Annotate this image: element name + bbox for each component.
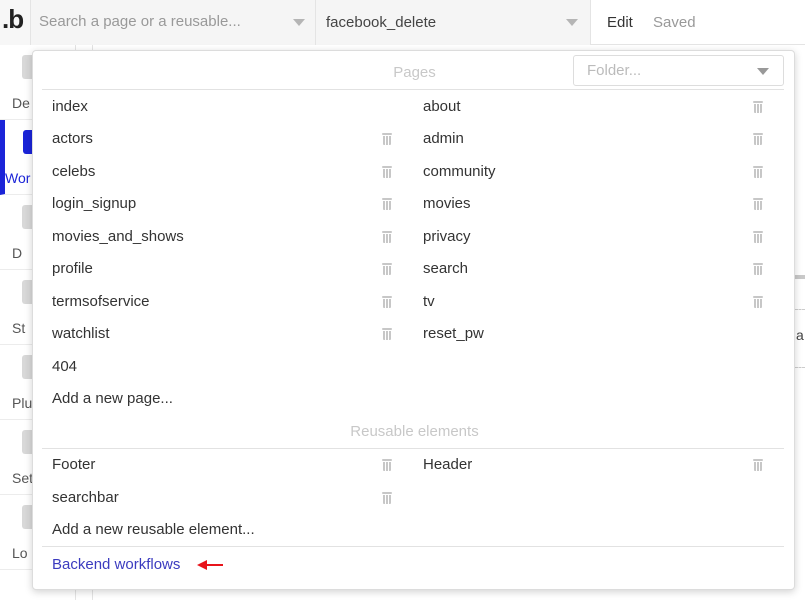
trash-icon[interactable] bbox=[382, 458, 392, 471]
canvas-element-peek[interactable]: a bbox=[795, 275, 805, 395]
add-new-page-link[interactable]: Add a new page... bbox=[52, 390, 173, 407]
divider bbox=[42, 448, 784, 449]
page-link-reset-pw[interactable]: reset_pw bbox=[423, 325, 484, 342]
trash-icon[interactable] bbox=[382, 132, 392, 145]
sidebar-item-label: Plu bbox=[12, 395, 33, 411]
page-link-watchlist[interactable]: watchlist bbox=[52, 325, 110, 342]
page-link-index[interactable]: index bbox=[52, 98, 88, 115]
trash-icon[interactable] bbox=[753, 132, 763, 145]
sidebar-item-label: Wor bbox=[5, 170, 31, 186]
page-link-privacy[interactable]: privacy bbox=[423, 228, 471, 245]
page-link-profile[interactable]: profile bbox=[52, 260, 93, 277]
trash-icon[interactable] bbox=[753, 230, 763, 243]
sidebar-item-label: D bbox=[12, 245, 23, 261]
divider bbox=[42, 546, 784, 547]
bubble-logo[interactable]: .b bbox=[0, 0, 31, 45]
reusable-section-title: Reusable elements bbox=[350, 423, 479, 440]
search-dropdown[interactable]: Search a page or a reusable... bbox=[31, 0, 316, 45]
sidebar-item-label: De bbox=[12, 95, 30, 111]
sidebar-item-label: St bbox=[12, 320, 26, 336]
page-link-tv[interactable]: tv bbox=[423, 293, 435, 310]
dashed-guide bbox=[795, 367, 805, 368]
trash-icon[interactable] bbox=[382, 230, 392, 243]
edit-button[interactable]: Edit bbox=[607, 14, 633, 31]
red-arrow-annotation-icon bbox=[197, 560, 223, 570]
add-new-reusable-link[interactable]: Add a new reusable element... bbox=[52, 521, 255, 538]
trash-icon[interactable] bbox=[382, 197, 392, 210]
page-link-termsofservice[interactable]: termsofservice bbox=[52, 293, 150, 310]
trash-icon[interactable] bbox=[753, 262, 763, 275]
trash-icon[interactable] bbox=[382, 491, 392, 504]
chevron-down-icon bbox=[293, 19, 305, 26]
pages-section-title: Pages bbox=[393, 64, 436, 81]
current-page-name: facebook_delete bbox=[326, 14, 437, 31]
reusable-link-footer[interactable]: Footer bbox=[52, 456, 95, 473]
page-link-actors[interactable]: actors bbox=[52, 130, 93, 147]
trash-icon[interactable] bbox=[753, 197, 763, 210]
save-status: Saved bbox=[653, 14, 696, 31]
reusable-link-searchbar[interactable]: searchbar bbox=[52, 489, 119, 506]
trash-icon[interactable] bbox=[753, 165, 763, 178]
page-selector-popup: Folder... Pages index actors celebs logi… bbox=[32, 50, 795, 590]
canvas-text: a bbox=[796, 327, 804, 343]
logo-text: .b bbox=[2, 4, 24, 34]
divider bbox=[42, 89, 784, 90]
trash-icon[interactable] bbox=[382, 262, 392, 275]
sidebar-item-label: Lo bbox=[12, 545, 28, 561]
sidebar-item-label: Set bbox=[12, 470, 34, 486]
page-link-movies[interactable]: movies bbox=[423, 195, 471, 212]
backend-workflows-link[interactable]: Backend workflows bbox=[52, 556, 180, 573]
page-link-admin[interactable]: admin bbox=[423, 130, 464, 147]
page-link-celebs[interactable]: celebs bbox=[52, 163, 95, 180]
trash-icon[interactable] bbox=[753, 458, 763, 471]
search-placeholder: Search a page or a reusable... bbox=[39, 13, 241, 30]
reusable-link-header[interactable]: Header bbox=[423, 456, 472, 473]
page-link-404[interactable]: 404 bbox=[52, 358, 77, 375]
trash-icon[interactable] bbox=[382, 327, 392, 340]
top-bar: .b Search a page or a reusable... facebo… bbox=[0, 0, 805, 45]
page-link-movies-and-shows[interactable]: movies_and_shows bbox=[52, 228, 184, 245]
trash-icon[interactable] bbox=[382, 295, 392, 308]
trash-icon[interactable] bbox=[382, 165, 392, 178]
page-selector-dropdown[interactable]: facebook_delete bbox=[316, 0, 591, 45]
page-link-login-signup[interactable]: login_signup bbox=[52, 195, 136, 212]
page-link-community[interactable]: community bbox=[423, 163, 496, 180]
chevron-down-icon bbox=[566, 19, 578, 26]
page-link-search[interactable]: search bbox=[423, 260, 468, 277]
dashed-guide bbox=[795, 309, 805, 310]
page-link-about[interactable]: about bbox=[423, 98, 461, 115]
trash-icon[interactable] bbox=[753, 100, 763, 113]
trash-icon[interactable] bbox=[753, 295, 763, 308]
